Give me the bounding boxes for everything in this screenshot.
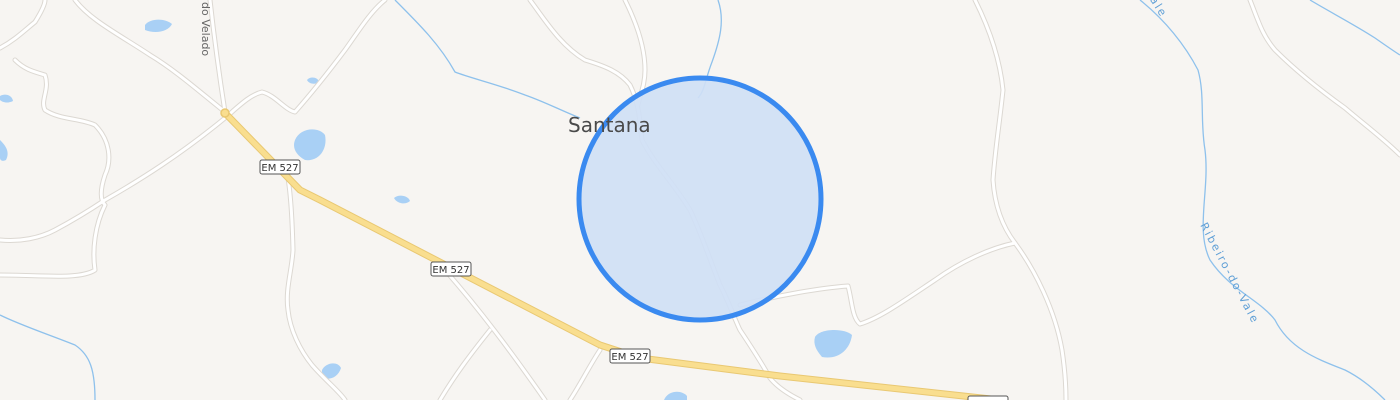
road-shield-1[interactable]: EM 527 <box>259 159 301 175</box>
road-shield-4[interactable] <box>967 395 1009 400</box>
street-label: do Velado <box>199 2 212 56</box>
water-label: Vale <box>1142 0 1170 20</box>
road-shield-2[interactable]: EM 527 <box>430 261 472 277</box>
road-shield-label: EM 527 <box>261 163 298 174</box>
map-view[interactable]: Santana do Velado EM 527 EM 527 EM 527 R… <box>0 0 1400 400</box>
map-canvas: Santana do Velado EM 527 EM 527 EM 527 R… <box>0 0 1400 400</box>
water-label: Ribeiro-do-Vale <box>1197 220 1262 326</box>
junction-marker <box>220 108 230 118</box>
place-label[interactable]: Santana <box>568 113 651 137</box>
road-shield-label: EM 527 <box>432 265 469 276</box>
road-shield-label: EM 527 <box>611 352 648 363</box>
road-shield-3[interactable]: EM 527 <box>609 348 651 364</box>
